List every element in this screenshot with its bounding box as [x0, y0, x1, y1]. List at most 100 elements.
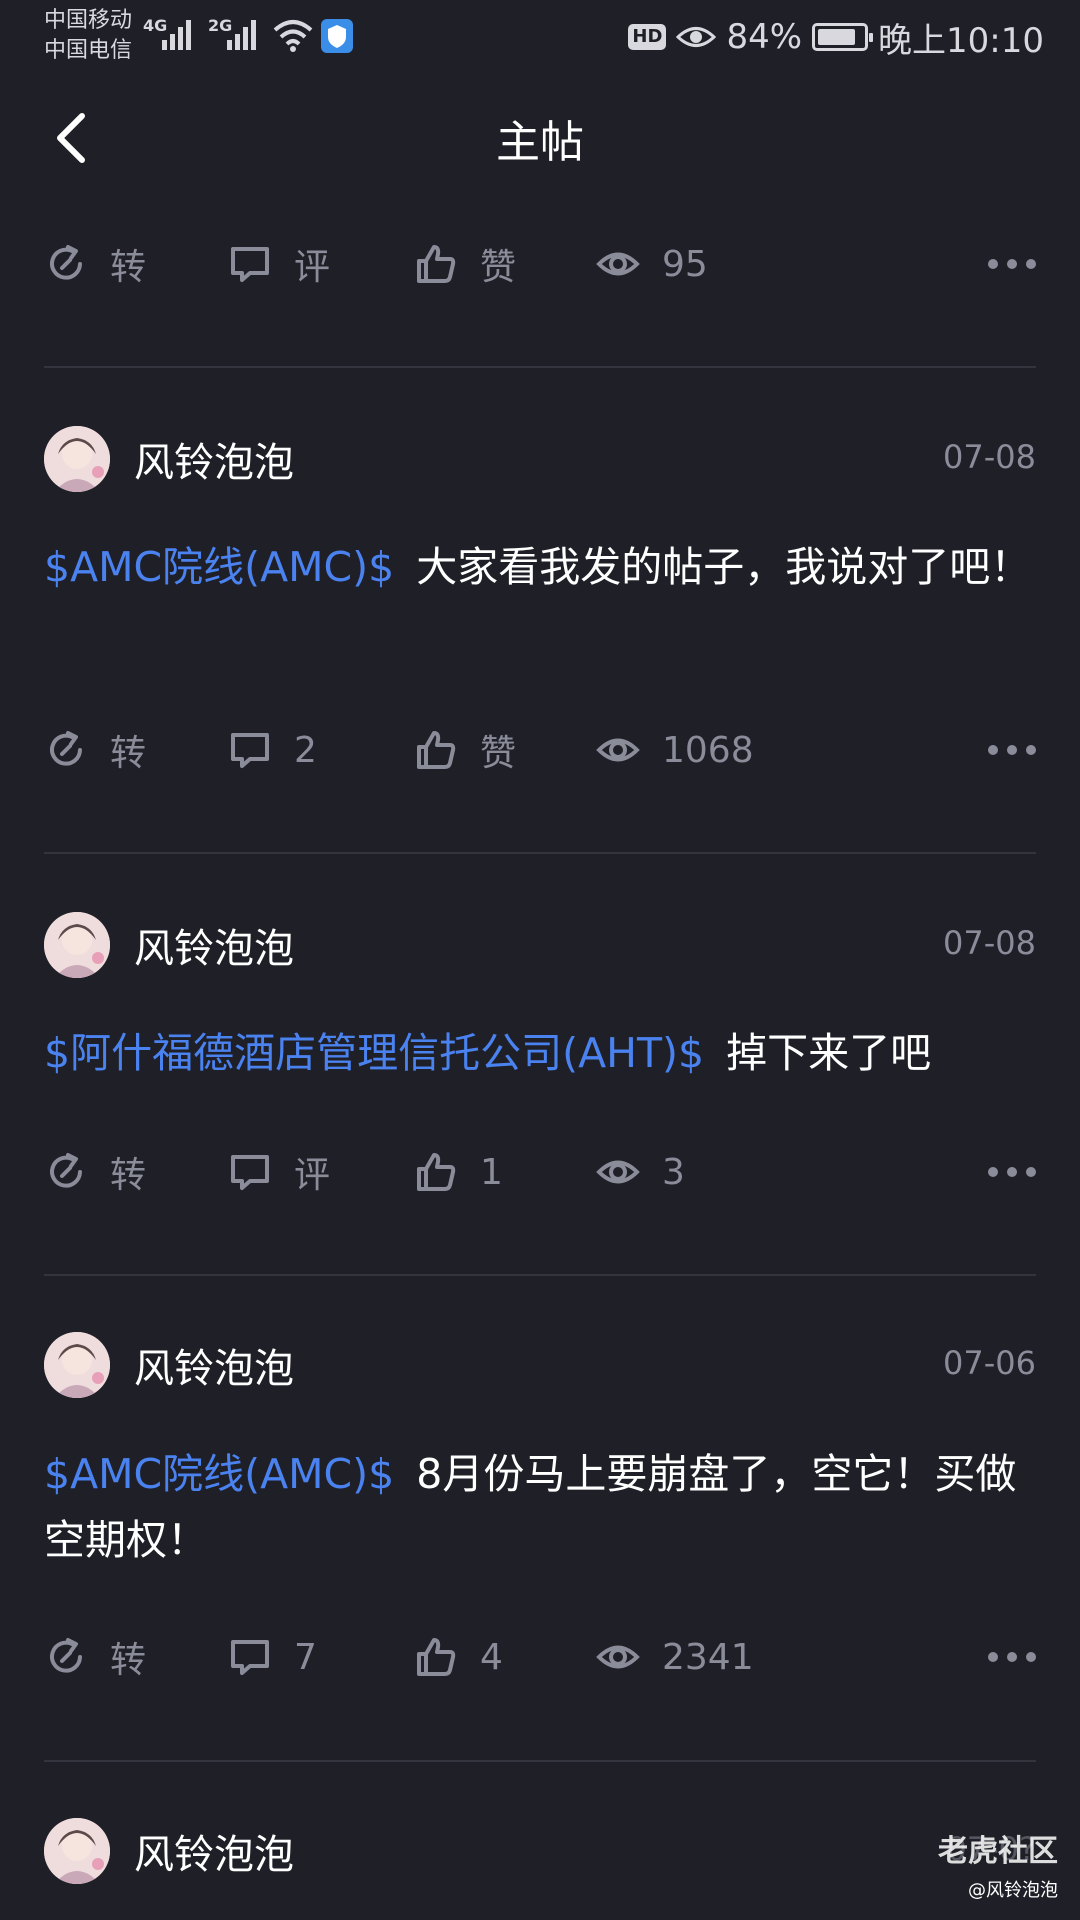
- stock-tag-link[interactable]: $阿什福德酒店管理信托公司(AHT)$: [44, 1029, 704, 1077]
- repost-button[interactable]: 转: [44, 1627, 146, 1687]
- eye-icon: [596, 738, 640, 762]
- views-stat: 3: [596, 1142, 685, 1202]
- stock-tag-link[interactable]: $AMC院线(AMC)$: [44, 543, 394, 591]
- post-content[interactable]: $阿什福德酒店管理信托公司(AHT)$ 掉下来了吧: [44, 1020, 1040, 1086]
- repost-label: 转: [110, 1155, 147, 1196]
- post-text: 大家看我发的帖子，我说对了吧！: [416, 543, 1032, 591]
- like-button[interactable]: 1: [414, 1142, 503, 1202]
- thumbs-up-icon: [417, 1638, 456, 1676]
- repost-button[interactable]: 转: [44, 234, 146, 294]
- comment-button[interactable]: 评: [228, 1142, 330, 1202]
- shield-icon: [321, 19, 353, 53]
- post-header: 风铃泡泡 07-06: [44, 1332, 1036, 1402]
- like-label: 赞: [480, 247, 517, 288]
- watermark-user: @风铃泡泡: [968, 1880, 1058, 1901]
- comment-icon: [231, 1155, 269, 1190]
- comment-button[interactable]: 2: [228, 720, 317, 780]
- post-content[interactable]: $AMC院线(AMC)$ 8月份马上要崩盘了，空它！买做空期权！: [44, 1441, 1040, 1573]
- comment-button[interactable]: 7: [228, 1627, 317, 1687]
- repost-icon: [50, 1153, 82, 1188]
- post-content[interactable]: $AMC院线(AMC)$ 大家看我发的帖子，我说对了吧！: [44, 534, 1040, 600]
- like-count: 4: [480, 1636, 503, 1678]
- views-count: 1068: [662, 729, 754, 771]
- repost-label: 转: [110, 1640, 147, 1681]
- stock-tag-link[interactable]: $AMC院线(AMC)$: [44, 1450, 394, 1498]
- wifi-icon: [273, 20, 313, 52]
- eye-comfort-icon: [676, 27, 717, 47]
- thumbs-up-icon: [417, 1153, 456, 1191]
- comment-count: 2: [294, 729, 317, 771]
- divider: [44, 1274, 1036, 1276]
- post-date: 07-06: [943, 1344, 1036, 1382]
- repost-icon: [50, 1638, 82, 1673]
- hd-badge: HD: [628, 24, 667, 50]
- like-button[interactable]: 赞: [414, 234, 516, 294]
- post-header: 风铃泡泡 07-08: [44, 912, 1036, 982]
- avatar[interactable]: [44, 1818, 110, 1884]
- comment-button[interactable]: 评: [228, 234, 330, 294]
- comment-icon: [231, 1640, 269, 1675]
- repost-label: 转: [110, 247, 147, 288]
- author-name[interactable]: 风铃泡泡: [134, 916, 294, 974]
- post-text: 掉下来了吧: [726, 1029, 932, 1077]
- post-date: 07-08: [943, 924, 1036, 962]
- more-options-icon[interactable]: [988, 740, 1036, 760]
- carrier-1: 中国移动: [44, 8, 133, 33]
- avatar[interactable]: [44, 426, 110, 492]
- like-count: 1: [480, 1151, 503, 1193]
- battery-level: [818, 29, 855, 45]
- signal-icon: [162, 20, 191, 50]
- post-header: 风铃泡泡 07-08: [44, 426, 1036, 496]
- avatar[interactable]: [44, 912, 110, 978]
- signal-icon: [227, 20, 256, 50]
- status-bar: 中国移动 中国电信 4G 2G HD 84% 晚上10:10: [0, 0, 1080, 76]
- comment-icon: [231, 733, 269, 768]
- carrier-info: 中国移动 中国电信: [44, 6, 132, 66]
- author-name[interactable]: 风铃泡泡: [134, 1336, 294, 1394]
- carrier-2: 中国电信: [44, 38, 133, 63]
- views-count: 95: [662, 243, 708, 285]
- more-options-icon[interactable]: [988, 1162, 1036, 1182]
- more-options-icon[interactable]: [988, 1647, 1036, 1667]
- comment-label: 评: [294, 247, 331, 288]
- battery-percent: 84%: [726, 17, 803, 57]
- comment-label: 评: [294, 1155, 331, 1196]
- thumbs-up-icon: [417, 731, 456, 769]
- eye-icon: [596, 1160, 640, 1184]
- action-bar: 转 评 赞 95: [44, 234, 1036, 294]
- like-button[interactable]: 赞: [414, 720, 516, 780]
- author-name[interactable]: 风铃泡泡: [134, 430, 294, 488]
- views-count: 2341: [662, 1636, 754, 1678]
- avatar[interactable]: [44, 1332, 110, 1398]
- eye-icon: [596, 1645, 640, 1669]
- repost-icon: [50, 245, 82, 280]
- views-stat: 2341: [596, 1627, 754, 1687]
- page-title: 主帖: [496, 117, 584, 168]
- divider: [44, 852, 1036, 854]
- like-label: 赞: [480, 733, 517, 774]
- repost-icon: [50, 731, 82, 766]
- thumbs-up-icon: [417, 245, 456, 283]
- author-name[interactable]: 风铃泡泡: [134, 1822, 294, 1880]
- like-button[interactable]: 4: [414, 1627, 503, 1687]
- nav-bar: 主帖: [0, 76, 1080, 196]
- action-bar: 转 7 4 2341: [44, 1627, 1036, 1687]
- eye-icon: [596, 252, 640, 276]
- more-options-icon[interactable]: [988, 254, 1036, 274]
- action-bar: 转 2 赞 1068: [44, 720, 1036, 780]
- repost-button[interactable]: 转: [44, 720, 146, 780]
- post-date: 07-08: [943, 438, 1036, 476]
- clock: 晚上10:10: [878, 20, 1044, 61]
- comment-icon: [231, 247, 269, 282]
- watermark: 老虎社区 @风铃泡泡: [938, 1826, 1058, 1902]
- views-stat: 1068: [596, 720, 754, 780]
- views-stat: 95: [596, 234, 708, 294]
- divider: [44, 366, 1036, 368]
- watermark-logo: 老虎社区: [938, 1834, 1058, 1869]
- repost-label: 转: [110, 733, 147, 774]
- views-count: 3: [662, 1151, 685, 1193]
- battery-icon: [812, 23, 874, 51]
- repost-button[interactable]: 转: [44, 1142, 146, 1202]
- divider: [44, 1760, 1036, 1762]
- post-header: 风铃泡泡 07-0?: [44, 1818, 1036, 1888]
